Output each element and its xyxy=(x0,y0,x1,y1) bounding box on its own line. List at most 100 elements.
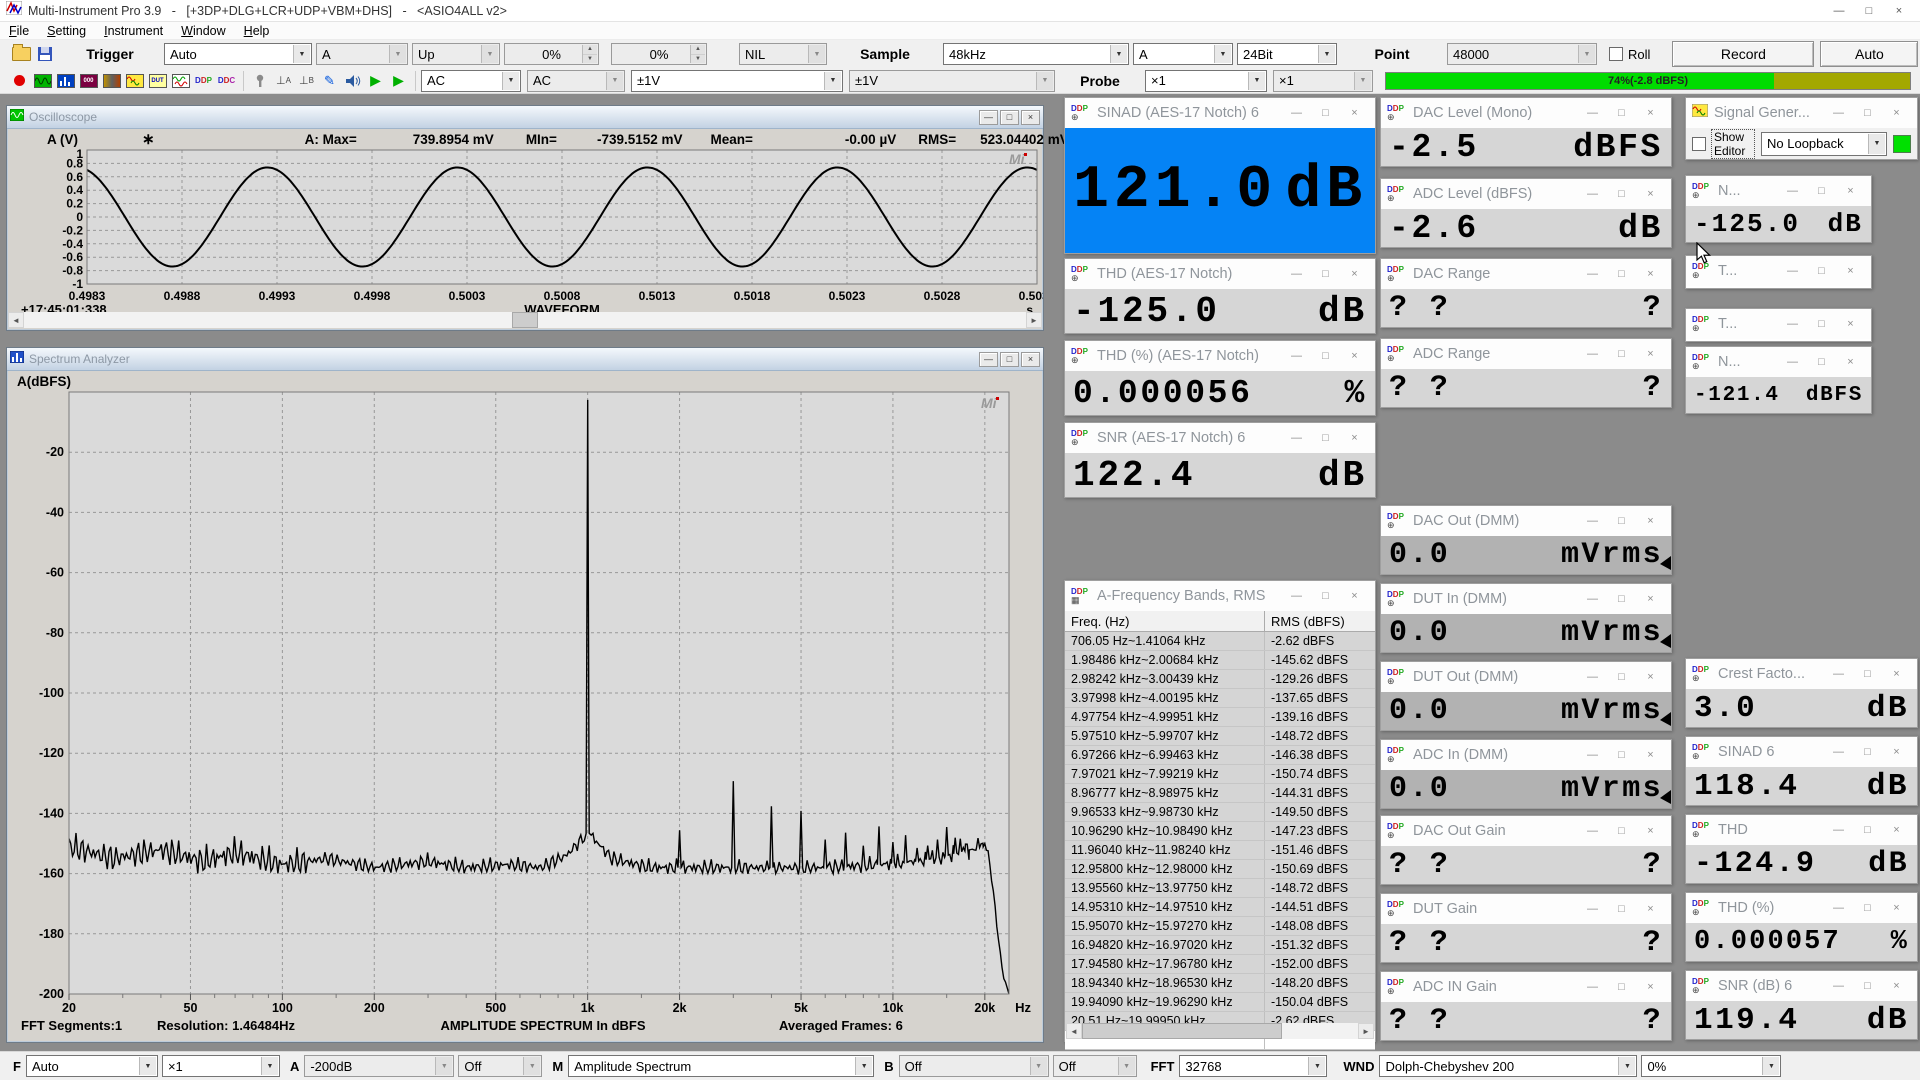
close-icon[interactable]: × xyxy=(1340,268,1369,280)
sound-output-button[interactable] xyxy=(341,71,364,91)
ground-a-button[interactable]: ⊥A xyxy=(272,71,295,91)
probe-pen-button[interactable]: ✎ xyxy=(318,71,341,91)
maximize-icon[interactable]: □ xyxy=(1807,318,1836,330)
spin-down-icon[interactable]: ▼ xyxy=(691,55,705,64)
maximize-icon[interactable]: □ xyxy=(1853,980,1882,992)
sampling-rate-select[interactable]: 48kHz▼ xyxy=(943,43,1129,65)
minimize-icon[interactable]: — xyxy=(1578,825,1607,837)
maximize-icon[interactable]: □ xyxy=(1807,265,1836,277)
trigger-edge-select[interactable]: Up▼ xyxy=(412,43,500,65)
bit-depth-select[interactable]: 24Bit▼ xyxy=(1237,43,1337,65)
spectrum-analyzer-button[interactable] xyxy=(54,71,77,91)
scroll-right-icon[interactable]: ► xyxy=(1358,1023,1374,1039)
scroll-right-icon[interactable]: ► xyxy=(1026,312,1042,328)
maximize-icon[interactable]: □ xyxy=(1607,825,1636,837)
meter-titlebar[interactable]: DDP⊕THD (AES-17 Notch)—□× xyxy=(1065,259,1375,289)
dropdown-arrow-icon[interactable]: ▼ xyxy=(435,1057,452,1075)
a-range-select[interactable]: -200dB▼ xyxy=(304,1055,454,1077)
minimize-icon[interactable]: — xyxy=(1824,5,1854,17)
dropdown-arrow-icon[interactable]: ▼ xyxy=(1578,45,1595,63)
dropdown-arrow-icon[interactable]: ▼ xyxy=(1618,1057,1635,1075)
spinner-arrows[interactable]: ▲▼ xyxy=(582,45,597,63)
close-icon[interactable]: × xyxy=(1836,356,1865,368)
dropdown-arrow-icon[interactable]: ▼ xyxy=(523,1057,540,1075)
meter-titlebar[interactable]: DDP⊕SNR (AES-17 Notch) 6—□× xyxy=(1065,423,1375,453)
meter-titlebar[interactable]: DDP⊕SNR (dB) 6—□× xyxy=(1686,971,1917,1001)
maximize-icon[interactable]: □ xyxy=(1311,350,1340,362)
minimize-icon[interactable]: — xyxy=(1282,268,1311,280)
menu-item-window[interactable]: Window xyxy=(172,24,234,38)
minimize-icon[interactable]: — xyxy=(1578,903,1607,915)
ground-b-button[interactable]: ⊥B xyxy=(295,71,318,91)
close-icon[interactable]: × xyxy=(1882,902,1911,914)
a-shift-select[interactable]: Off▼ xyxy=(458,1055,542,1077)
close-icon[interactable]: × xyxy=(1836,318,1865,330)
minimize-icon[interactable]: — xyxy=(1824,107,1853,119)
dropdown-arrow-icon[interactable]: ▼ xyxy=(1030,1057,1047,1075)
dropdown-arrow-icon[interactable]: ▼ xyxy=(808,45,825,63)
minimize-icon[interactable]: — xyxy=(1824,980,1853,992)
maximize-icon[interactable]: □ xyxy=(1607,515,1636,527)
roll-checkbox-group[interactable]: Roll xyxy=(1609,47,1650,62)
dropdown-arrow-icon[interactable]: ▼ xyxy=(824,72,841,90)
dropdown-arrow-icon[interactable]: ▼ xyxy=(1110,45,1127,63)
minimize-icon[interactable]: — xyxy=(1824,746,1853,758)
column-header-freq[interactable]: Freq. (Hz) xyxy=(1065,611,1265,631)
maximize-icon[interactable]: □ xyxy=(1607,348,1636,360)
meter-titlebar[interactable]: DDP⊕ADC In (DMM)—□× xyxy=(1381,740,1671,770)
scroll-left-icon[interactable]: ◄ xyxy=(8,312,24,328)
menu-item-file[interactable]: File xyxy=(0,24,38,38)
close-icon[interactable]: × xyxy=(1636,749,1665,761)
record-button[interactable]: Record xyxy=(1672,41,1814,67)
close-icon[interactable]: × xyxy=(1882,824,1911,836)
close-icon[interactable]: × xyxy=(1636,981,1665,993)
meter-titlebar[interactable]: DDP⊕DUT Out (DMM)—□× xyxy=(1381,662,1671,692)
close-icon[interactable]: × xyxy=(1636,515,1665,527)
run-single-button[interactable]: ▶ xyxy=(387,71,410,91)
close-icon[interactable]: × xyxy=(1340,590,1369,602)
meter-titlebar[interactable]: DDP⊕T...—□× xyxy=(1686,309,1871,339)
dropdown-arrow-icon[interactable]: ▼ xyxy=(855,1057,872,1075)
dropdown-arrow-icon[interactable]: ▼ xyxy=(389,45,406,63)
meter-titlebar[interactable]: DDP⊕DUT In (DMM)—□× xyxy=(1381,584,1671,614)
meter-titlebar[interactable]: DDP⊕DAC Out (DMM)—□× xyxy=(1381,506,1671,536)
close-icon[interactable]: × xyxy=(1340,350,1369,362)
trigger-source-select[interactable]: A▼ xyxy=(316,43,408,65)
scrollbar-thumb[interactable] xyxy=(512,312,538,328)
minimize-icon[interactable]: — xyxy=(1578,671,1607,683)
save-button[interactable] xyxy=(33,44,56,64)
scroll-left-icon[interactable]: ◄ xyxy=(1066,1023,1082,1039)
probe-a-select[interactable]: ×1▼ xyxy=(1145,70,1267,92)
minimize-icon[interactable]: — xyxy=(979,352,998,367)
freq-axis-select[interactable]: Auto▼ xyxy=(26,1055,158,1077)
maximize-icon[interactable]: □ xyxy=(1607,981,1636,993)
minimize-icon[interactable]: — xyxy=(979,110,998,125)
maximize-icon[interactable]: □ xyxy=(1607,593,1636,605)
fft-size-select[interactable]: 32768▼ xyxy=(1179,1055,1327,1077)
dropdown-arrow-icon[interactable]: ▼ xyxy=(606,72,623,90)
dropdown-arrow-icon[interactable]: ▼ xyxy=(1868,134,1885,154)
probe-b-select[interactable]: ×1▼ xyxy=(1273,70,1373,92)
table-header[interactable]: Freq. (Hz) RMS (dBFS) xyxy=(1065,611,1375,632)
minimize-icon[interactable]: — xyxy=(1282,432,1311,444)
close-icon[interactable]: × xyxy=(1636,671,1665,683)
oscilloscope-button[interactable] xyxy=(31,71,54,91)
maximize-icon[interactable]: □ xyxy=(1853,902,1882,914)
trigger-delay-stepper[interactable]: 0%▲▼ xyxy=(611,43,707,65)
signal-generator-button[interactable] xyxy=(123,71,146,91)
minimize-icon[interactable]: — xyxy=(1578,348,1607,360)
minimize-icon[interactable]: — xyxy=(1578,268,1607,280)
minimize-icon[interactable]: — xyxy=(1778,356,1807,368)
oscilloscope-titlebar[interactable]: Oscilloscope — □ × xyxy=(7,106,1043,129)
meter-titlebar[interactable]: DDP⊕DUT Gain—□× xyxy=(1381,894,1671,924)
close-icon[interactable]: × xyxy=(1882,746,1911,758)
maximize-icon[interactable]: □ xyxy=(1853,668,1882,680)
dropdown-arrow-icon[interactable]: ▼ xyxy=(1214,45,1231,63)
maximize-icon[interactable]: □ xyxy=(1853,107,1882,119)
minimize-icon[interactable]: — xyxy=(1578,188,1607,200)
close-icon[interactable]: × xyxy=(1884,5,1914,17)
b-range-select[interactable]: Off▼ xyxy=(899,1055,1049,1077)
meter-titlebar[interactable]: DDP⊕THD (%) (AES-17 Notch)—□× xyxy=(1065,341,1375,371)
dropdown-arrow-icon[interactable]: ▼ xyxy=(481,45,498,63)
maximize-icon[interactable]: □ xyxy=(1607,268,1636,280)
